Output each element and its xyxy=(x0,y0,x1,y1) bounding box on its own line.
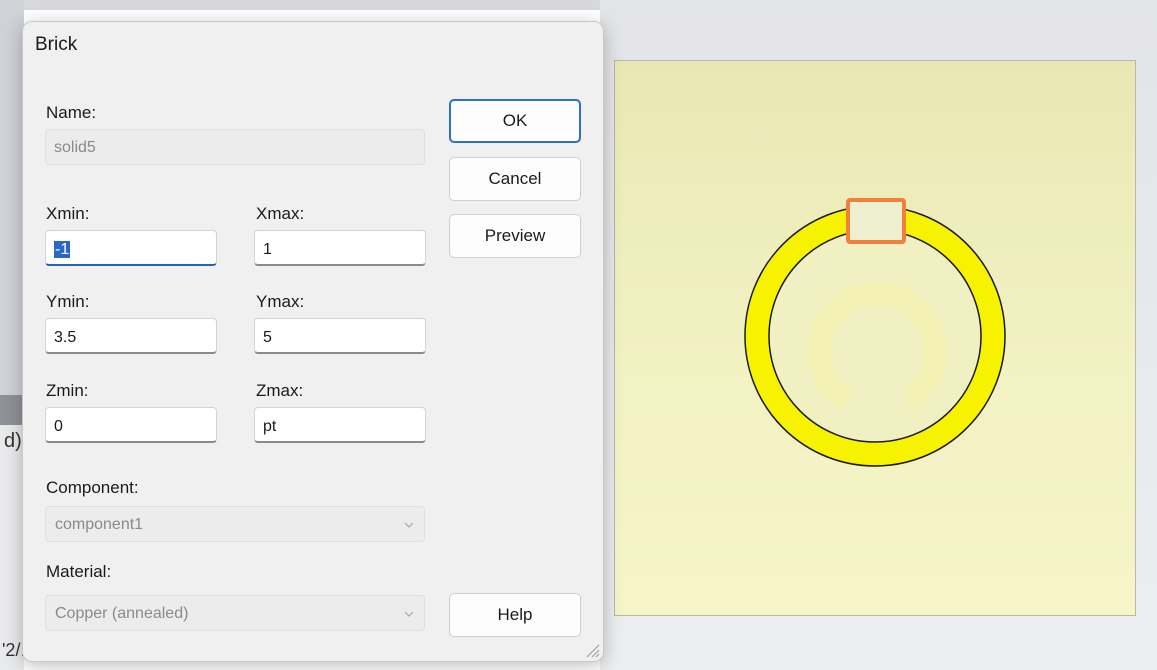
viewport-drawing xyxy=(744,198,1006,467)
ok-button[interactable]: OK xyxy=(449,99,581,143)
xmax-field[interactable]: 1 xyxy=(254,230,426,266)
xmin-selected-text: -1 xyxy=(54,241,71,258)
zmax-field[interactable]: pt xyxy=(254,407,426,443)
material-select-value: Copper (annealed) xyxy=(55,605,189,622)
ymax-label: Ymax: xyxy=(256,292,305,311)
ymin-label: Ymin: xyxy=(46,292,90,311)
chevron-down-icon xyxy=(404,611,414,617)
component-select-value: component1 xyxy=(55,516,144,533)
background-text-fragment: d) xyxy=(4,430,22,452)
brick-preview xyxy=(846,198,906,244)
background-dark-band xyxy=(0,395,24,425)
chevron-down-icon xyxy=(404,522,414,528)
background-app-panel: d) '2/.] xyxy=(0,0,30,670)
name-field: solid5 xyxy=(45,129,425,165)
xmax-label: Xmax: xyxy=(256,204,305,223)
zmin-field[interactable]: 0 xyxy=(45,407,217,443)
material-label: Material: xyxy=(46,562,112,581)
help-button[interactable]: Help xyxy=(449,593,581,637)
3d-viewport[interactable] xyxy=(614,60,1136,616)
ymin-field[interactable]: 3.5 xyxy=(45,318,217,354)
ymax-field[interactable]: 5 xyxy=(254,318,426,354)
xmin-field[interactable]: -1 xyxy=(45,230,217,266)
resize-grip-icon[interactable] xyxy=(582,640,600,658)
brick-dialog: Brick Name: solid5 Xmin: -1 Xmax: 1 Ymin… xyxy=(22,21,604,662)
name-label: Name: xyxy=(46,103,97,122)
dialog-title: Brick xyxy=(35,34,78,55)
preview-button[interactable]: Preview xyxy=(449,214,581,258)
zmin-label: Zmin: xyxy=(46,381,89,400)
material-select: Copper (annealed) xyxy=(45,595,425,631)
component-select: component1 xyxy=(45,506,425,542)
ring-inner xyxy=(768,229,982,443)
component-label: Component: xyxy=(46,478,139,497)
xmin-label: Xmin: xyxy=(46,204,90,223)
zmax-label: Zmax: xyxy=(256,381,304,400)
cancel-button[interactable]: Cancel xyxy=(449,157,581,201)
